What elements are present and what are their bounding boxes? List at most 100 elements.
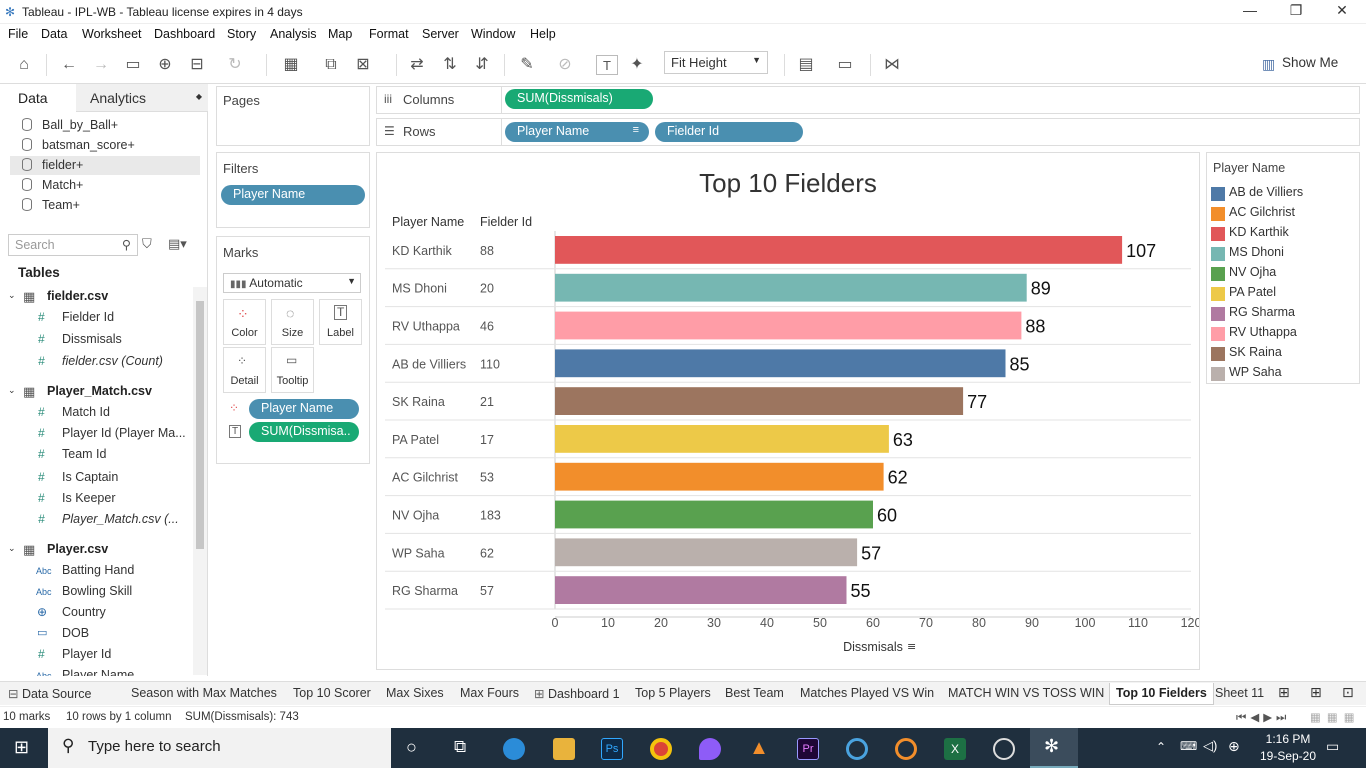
columns-pill[interactable]: SUM(Dissmisals) xyxy=(505,89,653,109)
field-item[interactable]: # Player Id (Player Ma... xyxy=(36,426,186,446)
swap-icon[interactable]: ⇄ xyxy=(406,55,428,75)
edge-icon[interactable] xyxy=(503,738,525,760)
field-item[interactable]: # Player Id xyxy=(36,647,186,667)
scrollbar-thumb[interactable] xyxy=(196,301,204,549)
filter-icon[interactable]: ⛉ xyxy=(142,236,152,252)
field-item[interactable]: # Player_Match.csv (... xyxy=(36,512,186,532)
menu-analysis[interactable]: Analysis xyxy=(270,27,317,41)
rows-shelf[interactable]: ☰ Rows Player Name ≡ Fielder Id xyxy=(376,118,1360,146)
rows-pill-player-name[interactable]: Player Name ≡ xyxy=(505,122,649,142)
tab-data-source[interactable]: ⊟ Data Source xyxy=(8,686,91,701)
presentation-icon[interactable]: ▭ xyxy=(834,55,856,75)
field-item[interactable]: Abc Batting Hand xyxy=(36,563,186,583)
collapse-icon[interactable]: ⌄ xyxy=(8,543,16,554)
bar[interactable] xyxy=(555,576,847,604)
field-item[interactable]: Abc Bowling Skill xyxy=(36,584,186,604)
datasource-item[interactable]: Match+ xyxy=(10,176,200,195)
new-worksheet-icon[interactable]: ▦ xyxy=(280,55,302,75)
sheet-tab[interactable]: Best Team xyxy=(725,686,784,700)
menu-format[interactable]: Format xyxy=(369,27,409,41)
menu-dashboard[interactable]: Dashboard xyxy=(154,27,215,41)
fit-select[interactable]: Fit Height ▼ xyxy=(664,51,768,74)
excel-icon[interactable]: X xyxy=(944,738,966,760)
pages-shelf[interactable]: Pages xyxy=(216,86,370,146)
collapse-icon[interactable]: ⌄ xyxy=(8,385,16,396)
clear-sheet-icon[interactable]: ⊠ xyxy=(352,55,374,75)
sheet-tab[interactable]: Season with Max Matches xyxy=(131,686,277,700)
sheet-tab-active[interactable]: Top 10 Fielders xyxy=(1109,683,1214,705)
app-icon[interactable] xyxy=(895,738,917,760)
pin-icon[interactable]: ✦ xyxy=(626,55,648,75)
menu-map[interactable]: Map xyxy=(328,27,352,41)
mark-type-select[interactable]: ▮▮▮ Automatic ▼ xyxy=(223,273,361,293)
premiere-icon[interactable]: Pr xyxy=(797,738,819,760)
search-input[interactable]: Search ⚲ xyxy=(8,234,138,256)
cortana-icon[interactable]: ○ xyxy=(406,737,417,758)
sheet-tab[interactable]: Top 10 Scorer xyxy=(293,686,371,700)
menu-help[interactable]: Help xyxy=(530,27,556,41)
redo-icon[interactable]: → xyxy=(90,55,112,75)
field-item[interactable]: # Fielder Id xyxy=(36,310,186,330)
bar[interactable] xyxy=(555,538,858,567)
sheet-tab[interactable]: ⊞ Dashboard 1 xyxy=(534,686,620,701)
view-mode-icon[interactable]: ▦▦▦ xyxy=(1310,710,1361,724)
menu-file[interactable]: File xyxy=(8,27,28,41)
tableau-taskbar-button[interactable]: ✻ xyxy=(1030,728,1078,768)
keyboard-icon[interactable]: ⌨ xyxy=(1180,739,1197,753)
view-options-icon[interactable]: ▤▾ xyxy=(168,236,187,252)
taskbar-search[interactable]: ⚲ Type here to search xyxy=(48,728,391,768)
photoshop-icon[interactable]: Ps xyxy=(601,738,623,760)
menu-data[interactable]: Data xyxy=(41,27,67,41)
field-item[interactable]: # Dissmisals xyxy=(36,332,186,352)
field-item[interactable]: Abc Player Name xyxy=(36,668,186,676)
show-hidden-icons-icon[interactable]: ⌃ xyxy=(1156,740,1166,754)
show-labels-icon[interactable]: T xyxy=(596,55,618,75)
menu-story[interactable]: Story xyxy=(227,27,256,41)
bar[interactable] xyxy=(555,500,873,529)
notification-icon[interactable]: ▭ xyxy=(1326,738,1339,755)
new-story-icon[interactable]: ⊡ xyxy=(1342,684,1354,701)
sheet-tab[interactable]: Max Sixes xyxy=(386,686,444,700)
windows-start-icon[interactable]: ⊞ xyxy=(14,737,29,758)
refresh-icon[interactable]: ↻ xyxy=(224,55,246,75)
table-name[interactable]: fielder.csv xyxy=(47,289,108,303)
save-icon[interactable]: ▭ xyxy=(122,55,144,75)
collapse-icon[interactable]: ⌄ xyxy=(8,290,16,301)
sheet-navigation-icon[interactable]: ⏮◀▶⏭ xyxy=(1236,710,1290,725)
color-button[interactable]: ⁘ Color xyxy=(223,299,266,345)
obs-icon[interactable] xyxy=(993,738,1015,760)
sheet-tab[interactable]: Top 5 Players xyxy=(635,686,711,700)
sheet-tab[interactable]: Max Fours xyxy=(460,686,519,700)
pause-updates-icon[interactable]: ⊟ xyxy=(186,55,208,75)
clock[interactable]: 1:16 PM 19-Sep-20 xyxy=(1253,731,1323,765)
marks-label-pill[interactable]: SUM(Dissmisa.. xyxy=(249,422,359,442)
menu-server[interactable]: Server xyxy=(422,27,459,41)
new-worksheet-icon[interactable]: ⊞ xyxy=(1278,684,1290,701)
tab-data[interactable]: Data xyxy=(0,84,76,112)
close-button[interactable]: ✕ xyxy=(1330,2,1354,22)
field-item[interactable]: # Match Id xyxy=(36,405,186,425)
table-name[interactable]: Player_Match.csv xyxy=(47,384,152,398)
undo-icon[interactable]: ← xyxy=(58,55,80,75)
field-item[interactable]: ⊕ Country xyxy=(36,605,186,625)
group-icon[interactable]: ⊘ xyxy=(554,55,576,75)
task-view-icon[interactable]: ⧉ xyxy=(454,737,466,757)
menu-window[interactable]: Window xyxy=(471,27,515,41)
size-button[interactable]: ◌ Size xyxy=(271,299,314,345)
sort-ascending-icon[interactable]: ⇅ xyxy=(439,55,461,75)
bar[interactable] xyxy=(555,349,1006,378)
sheet-tab[interactable]: Matches Played VS Win xyxy=(800,686,934,700)
minimize-button[interactable]: — xyxy=(1238,2,1262,22)
highlight-icon[interactable]: ✎ xyxy=(516,55,538,75)
bar[interactable] xyxy=(555,425,889,453)
marks-color-pill[interactable]: Player Name xyxy=(249,399,359,419)
field-item[interactable]: ▭ DOB xyxy=(36,626,186,646)
scrollbar[interactable] xyxy=(193,287,207,675)
datasource-item[interactable]: fielder+ xyxy=(10,156,200,175)
restore-button[interactable]: ❐ xyxy=(1284,2,1308,22)
new-datasource-icon[interactable]: ⊕ xyxy=(154,55,176,75)
rows-pill-fielder-id[interactable]: Fielder Id xyxy=(655,122,803,142)
chrome-icon[interactable] xyxy=(650,738,672,760)
file-explorer-icon[interactable] xyxy=(553,738,575,760)
bar[interactable] xyxy=(555,273,1027,302)
